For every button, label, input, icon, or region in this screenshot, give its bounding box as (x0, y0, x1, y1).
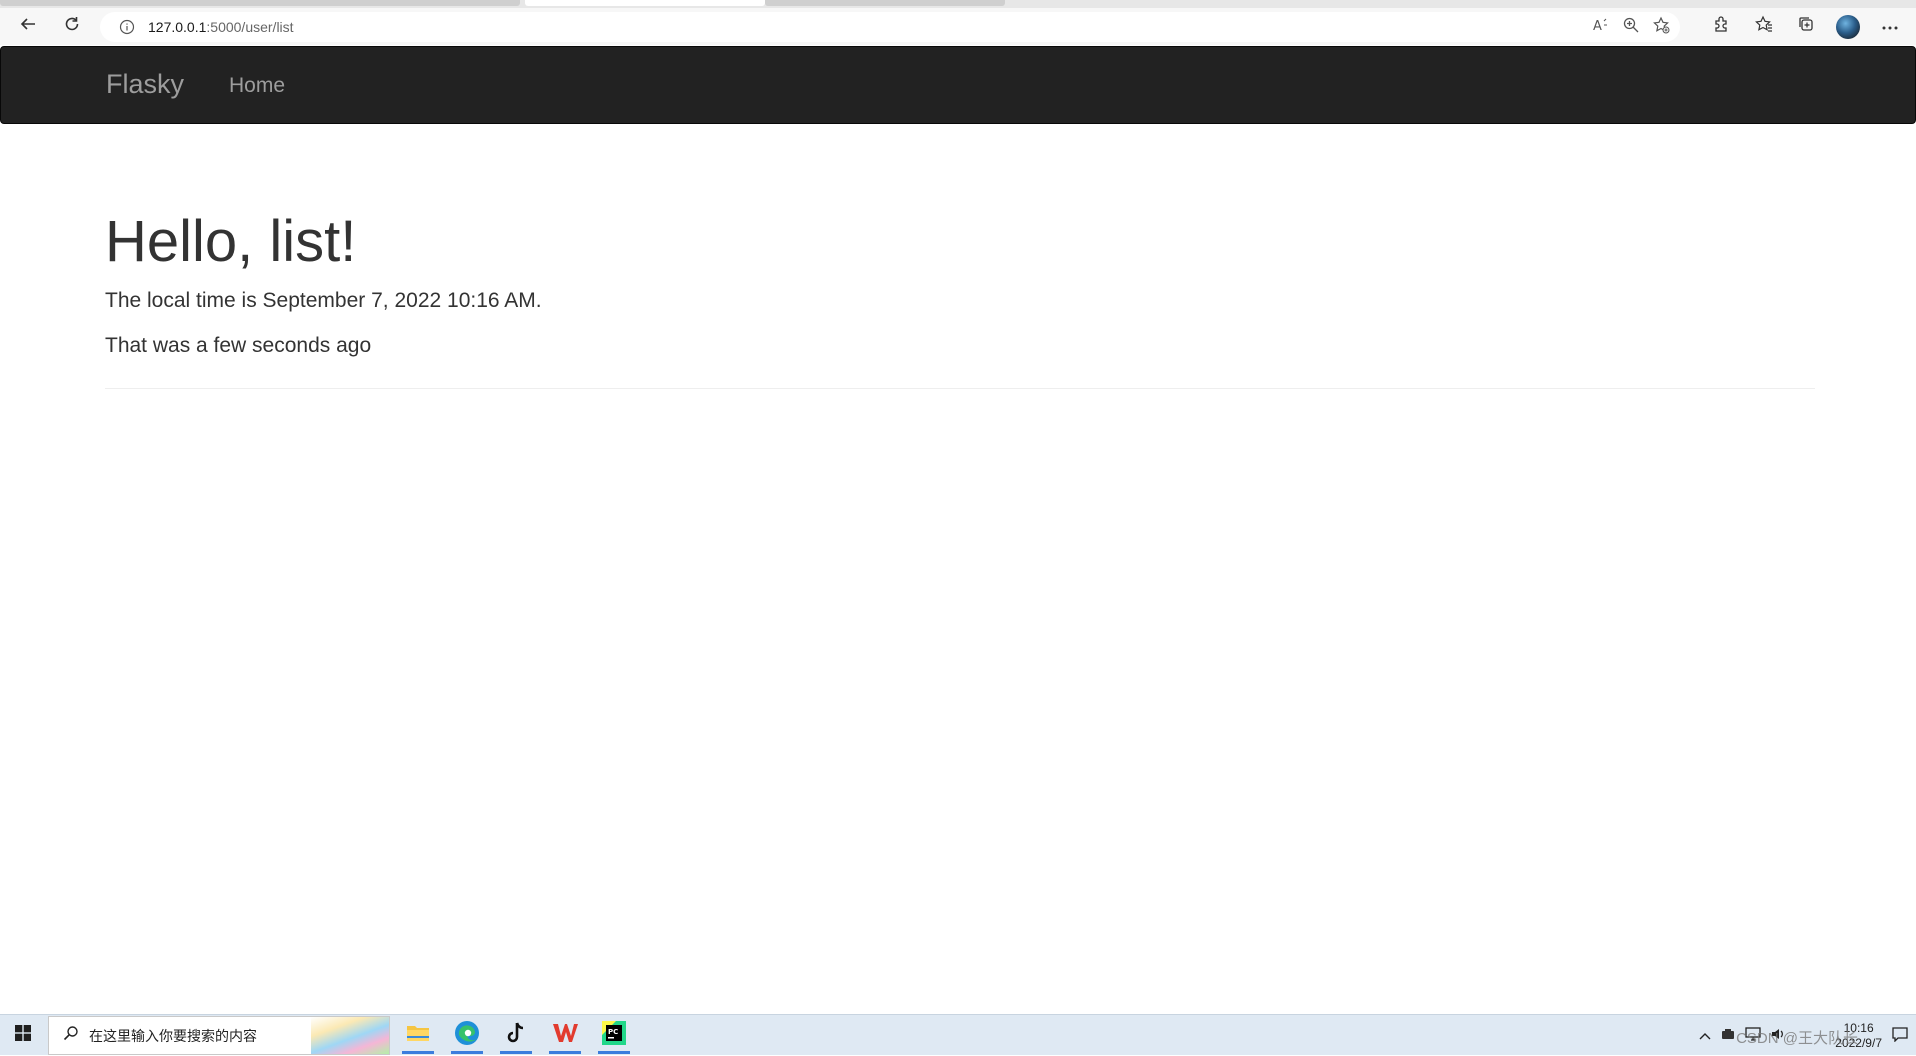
tray-app-icon[interactable] (1721, 1028, 1735, 1043)
start-button[interactable] (0, 1015, 46, 1056)
csdn-watermark: CSDN @王大队长 (1736, 1030, 1858, 1047)
info-icon[interactable] (112, 19, 142, 35)
tab-right[interactable] (765, 0, 1005, 6)
search-highlight-image (311, 1017, 389, 1054)
tab-left[interactable] (0, 0, 520, 6)
more-icon (1881, 18, 1899, 36)
taskbar-app-tiktok[interactable] (494, 1017, 538, 1054)
collections-icon (1797, 15, 1815, 38)
relative-time-text: That was a few seconds ago (105, 333, 372, 357)
nav-link-home[interactable]: Home (229, 74, 285, 98)
extensions-button[interactable] (1706, 11, 1738, 43)
taskbar-app-edge[interactable] (445, 1017, 489, 1054)
edge-icon (454, 1020, 480, 1051)
svg-text:PC: PC (608, 1028, 618, 1036)
add-favorite-icon[interactable] (1652, 16, 1670, 39)
content-divider (105, 387, 1815, 389)
local-time-text: The local time is September 7, 2022 10:1… (105, 288, 542, 312)
zoom-icon[interactable] (1622, 16, 1640, 39)
taskbar-app-pycharm[interactable]: PC (592, 1017, 636, 1054)
search-icon (63, 1025, 79, 1046)
refresh-icon (63, 15, 81, 38)
svg-text:A: A (1593, 19, 1602, 33)
wps-icon (552, 1022, 578, 1049)
url-host: 127.0.0.1 (148, 19, 207, 35)
browser-toolbar: 127.0.0.1:5000/user/list A (0, 8, 1916, 45)
notification-icon[interactable] (1892, 1026, 1908, 1045)
favorites-icon (1755, 15, 1773, 38)
refresh-button[interactable] (56, 10, 88, 42)
profile-avatar (1836, 14, 1860, 39)
profile-button[interactable] (1832, 11, 1864, 43)
tab-strip (0, 0, 1916, 8)
search-placeholder: 在这里输入你要搜索的内容 (89, 1028, 257, 1045)
windows-taskbar: 在这里输入你要搜索的内容 PC 10:16 2022/9/7 CSDN @王大队… (0, 1014, 1916, 1055)
taskbar-app-wps[interactable] (543, 1017, 587, 1054)
taskbar-search-box[interactable]: 在这里输入你要搜索的内容 (48, 1016, 390, 1055)
read-aloud-icon[interactable]: A (1592, 17, 1610, 38)
tray-overflow-icon[interactable] (1699, 1029, 1711, 1043)
address-bar-actions: A (1592, 12, 1670, 42)
page-heading: Hello, list! (105, 209, 357, 274)
pycharm-icon: PC (602, 1021, 626, 1050)
favorites-button[interactable] (1748, 11, 1780, 43)
taskbar-app-file-explorer[interactable] (396, 1017, 440, 1054)
windows-start-icon (15, 1025, 31, 1046)
url-text[interactable]: 127.0.0.1:5000/user/list (148, 19, 294, 35)
collections-button[interactable] (1790, 11, 1822, 43)
file-explorer-icon (406, 1023, 430, 1048)
address-bar[interactable]: 127.0.0.1:5000/user/list A (100, 12, 1680, 42)
url-path: :5000/user/list (206, 19, 294, 35)
back-button[interactable] (12, 10, 44, 42)
back-icon (19, 15, 37, 38)
extensions-icon (1713, 15, 1731, 38)
tiktok-icon (505, 1021, 527, 1050)
browser-actions (1706, 8, 1906, 45)
navbar-brand[interactable]: Flasky (106, 69, 184, 100)
page-content: Hello, list! The local time is September… (105, 200, 1815, 389)
tab-active[interactable] (525, 0, 765, 6)
site-navbar: Flasky Home (0, 46, 1916, 124)
more-button[interactable] (1874, 11, 1906, 43)
